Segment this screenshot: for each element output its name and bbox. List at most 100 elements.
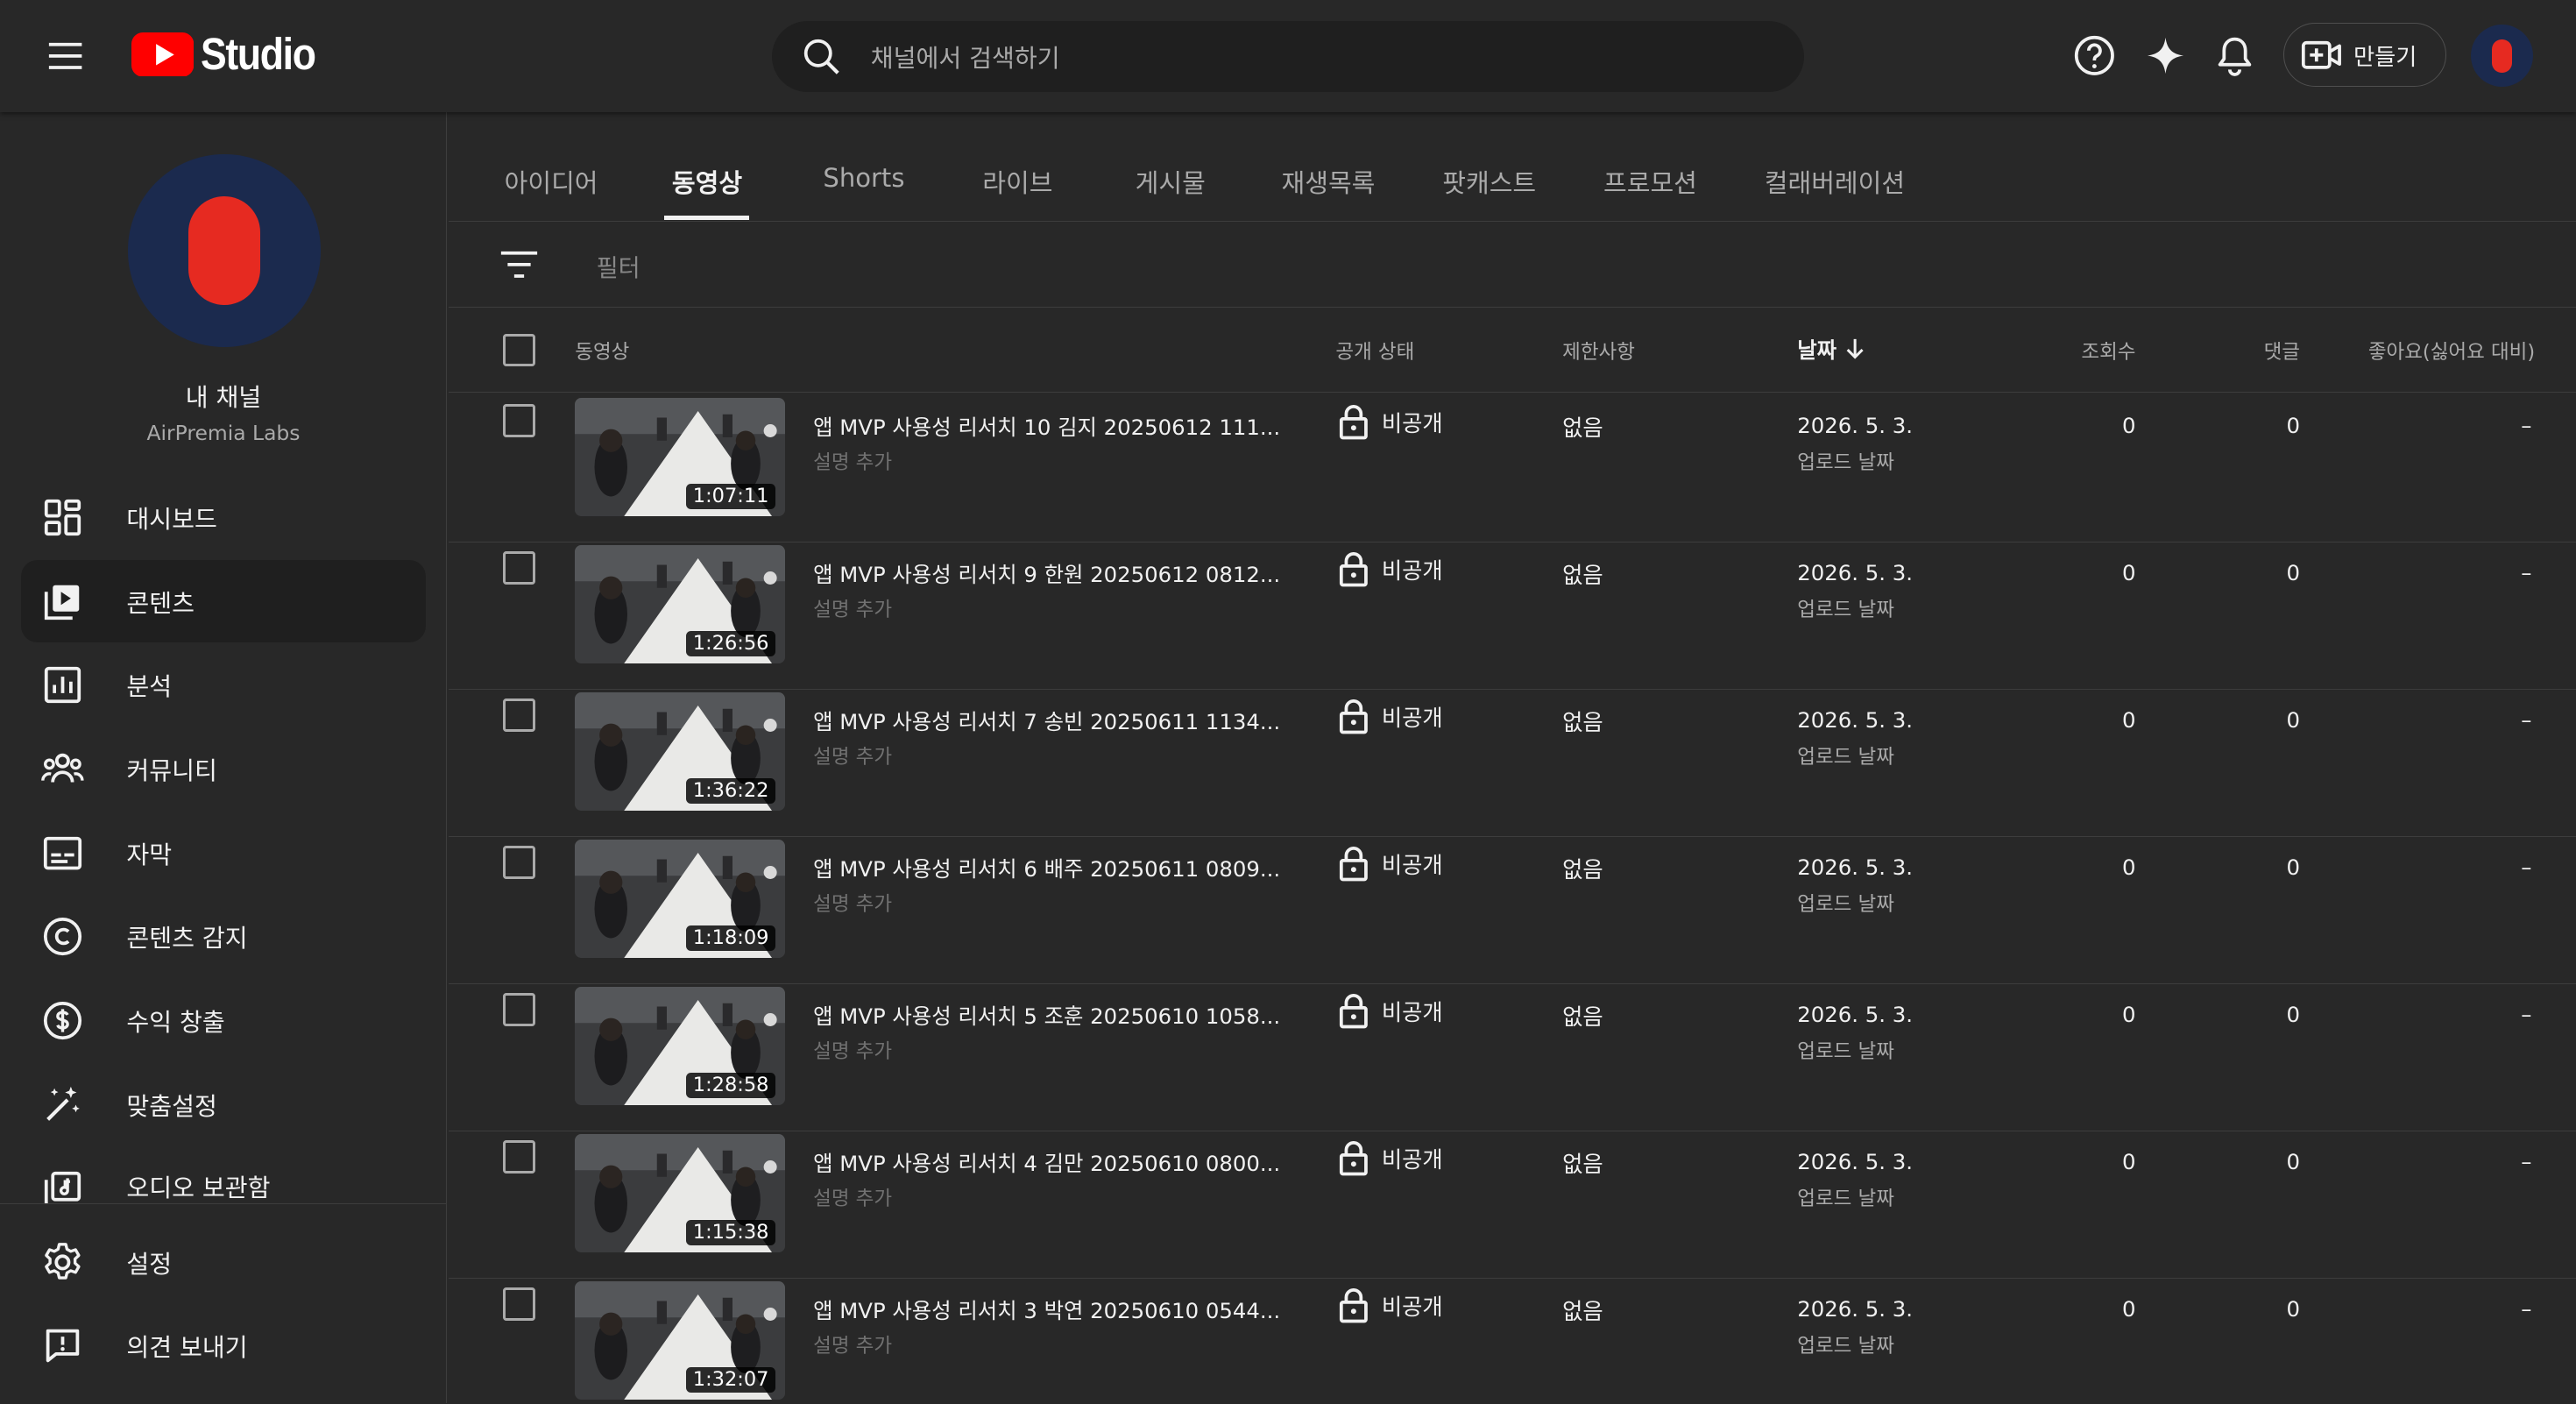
help-icon[interactable] (2067, 28, 2123, 84)
video-thumbnail[interactable]: 1:15:38 (575, 1133, 786, 1252)
create-button[interactable]: 만들기 (2283, 23, 2446, 88)
sidebar-item-feedback[interactable]: 의견 보내기 (21, 1305, 425, 1387)
visibility-cell[interactable]: 비공개 (1339, 551, 1443, 587)
visibility-cell[interactable]: 비공개 (1339, 698, 1443, 734)
lock-icon (1340, 552, 1368, 587)
sidebar-item-dashboard[interactable]: 대시보드 (21, 477, 425, 559)
video-description[interactable]: 설명 추가 (813, 1036, 892, 1064)
tab-live[interactable]: 라이브 (982, 163, 1052, 200)
video-thumbnail[interactable]: 1:32:07 (575, 1280, 786, 1400)
sparkle-icon[interactable] (2137, 28, 2193, 84)
video-title[interactable]: 앱 MVP 사용성 리서치 6 배주 20250611 0809... (813, 853, 1280, 883)
date-cell: 2026. 5. 3. (1797, 412, 1913, 438)
studio-logo[interactable]: Studio (131, 28, 330, 81)
table-row[interactable]: 1:32:07 앱 MVP 사용성 리서치 3 박연 20250610 0544… (449, 1278, 2576, 1403)
column-header-date-label: 날짜 (1797, 337, 1837, 363)
visibility-cell[interactable]: 비공개 (1339, 1140, 1443, 1176)
visibility-cell[interactable]: 비공개 (1339, 846, 1443, 882)
sidebar-item-customization[interactable]: 맞춤설정 (21, 1063, 425, 1145)
video-description[interactable]: 설명 추가 (813, 1183, 892, 1211)
video-title[interactable]: 앱 MVP 사용성 리서치 10 김지 20250612 111... (813, 411, 1280, 442)
video-description[interactable]: 설명 추가 (813, 1330, 892, 1358)
sidebar-item-label: 대시보드 (126, 505, 217, 535)
table-row[interactable]: 1:26:56 앱 MVP 사용성 리서치 9 한원 20250612 0812… (448, 542, 2576, 690)
table-row[interactable]: 1:18:09 앱 MVP 사용성 리서치 6 배주 20250611 0809… (448, 836, 2576, 984)
tab-shorts[interactable]: Shorts (823, 163, 904, 193)
table-row[interactable]: 1:15:38 앱 MVP 사용성 리서치 4 김만 20250610 0800… (448, 1131, 2576, 1279)
analytics-icon (41, 664, 84, 707)
row-checkbox[interactable] (502, 1140, 536, 1174)
row-checkbox[interactable] (502, 551, 536, 585)
visibility-cell[interactable]: 비공개 (1339, 404, 1443, 440)
tab-ideas[interactable]: 아이디어 (505, 163, 598, 200)
row-checkbox[interactable] (502, 1287, 536, 1321)
content-icon (41, 580, 84, 623)
search-bar[interactable]: 채널에서 검색하기 (772, 21, 1804, 92)
sidebar-item-settings[interactable]: 설정 (21, 1221, 425, 1303)
top-header: Studio 채널에서 검색하기 만들기 (0, 0, 2576, 112)
restrictions-cell: 없음 (1562, 1298, 1603, 1324)
sidebar-item-audio-library[interactable]: 오디오 보관함 (21, 1147, 425, 1203)
video-title[interactable]: 앱 MVP 사용성 리서치 5 조훈 20250610 1058... (813, 1000, 1280, 1031)
video-thumbnail[interactable]: 1:26:56 (575, 544, 786, 663)
video-title[interactable]: 앱 MVP 사용성 리서치 7 송빈 20250611 1134... (813, 706, 1280, 736)
visibility-label: 비공개 (1381, 410, 1443, 436)
column-header-comments[interactable]: 댓글 (2234, 337, 2300, 365)
comments-cell: 0 (2286, 706, 2301, 733)
lock-icon (1340, 699, 1368, 734)
hamburger-menu-icon[interactable] (36, 28, 96, 84)
tab-collaborations[interactable]: 컬래버레이션 (1765, 163, 1905, 200)
likes-cell: – (2521, 559, 2532, 585)
video-title[interactable]: 앱 MVP 사용성 리서치 4 김만 20250610 0800... (813, 1147, 1280, 1178)
sidebar-item-content[interactable]: 콘텐츠 (21, 560, 426, 643)
video-description[interactable]: 설명 추가 (813, 741, 892, 769)
video-thumbnail[interactable]: 1:36:22 (575, 691, 786, 811)
video-title[interactable]: 앱 MVP 사용성 리서치 9 한원 20250612 0812... (813, 558, 1280, 589)
sidebar-item-community[interactable]: 커뮤니티 (21, 728, 425, 811)
sidebar-item-monetization[interactable]: 수익 창출 (21, 980, 425, 1062)
video-description[interactable]: 설명 추가 (813, 447, 892, 475)
tab-posts[interactable]: 게시물 (1136, 163, 1206, 200)
column-header-restrictions[interactable]: 제한사항 (1562, 337, 1635, 365)
tab-promotions[interactable]: 프로모션 (1603, 163, 1697, 200)
visibility-cell[interactable]: 비공개 (1339, 1287, 1443, 1323)
filter-icon[interactable] (498, 245, 541, 284)
sidebar-divider (0, 1202, 447, 1205)
table-row[interactable]: 1:28:58 앱 MVP 사용성 리서치 5 조훈 20250610 1058… (448, 983, 2576, 1131)
sidebar-item-subtitles[interactable]: 자막 (21, 812, 425, 894)
video-title[interactable]: 앱 MVP 사용성 리서치 3 박연 20250610 0544... (813, 1294, 1280, 1325)
date-type-label: 업로드 날짜 (1797, 746, 1894, 769)
video-thumbnail[interactable]: 1:07:11 (575, 397, 786, 516)
select-all-checkbox[interactable] (502, 333, 536, 367)
row-checkbox[interactable] (502, 404, 536, 437)
search-input[interactable]: 채널에서 검색하기 (871, 39, 1060, 74)
table-row[interactable]: 1:07:11 앱 MVP 사용성 리서치 10 김지 20250612 111… (448, 394, 2576, 542)
column-header-date[interactable]: 날짜 (1797, 334, 1866, 365)
visibility-label: 비공개 (1381, 852, 1443, 878)
search-icon[interactable] (798, 33, 845, 80)
comments-cell: 0 (2286, 559, 2301, 585)
tab-podcasts[interactable]: 팟캐스트 (1442, 163, 1536, 200)
sidebar-item-analytics[interactable]: 분석 (21, 644, 425, 727)
column-header-likes[interactable]: 좋아요(싫어요 대비) (2338, 337, 2535, 365)
video-description[interactable]: 설명 추가 (813, 594, 892, 622)
row-checkbox[interactable] (502, 698, 536, 732)
column-header-visibility[interactable]: 공개 상태 (1335, 337, 1414, 365)
tab-videos[interactable]: 동영상 (672, 163, 742, 200)
tab-playlists[interactable]: 재생목록 (1282, 163, 1376, 200)
channel-avatar[interactable] (128, 154, 321, 347)
row-checkbox[interactable] (502, 846, 536, 879)
lock-icon (1340, 1288, 1368, 1323)
table-row[interactable]: 1:36:22 앱 MVP 사용성 리서치 7 송빈 20250611 1134… (448, 689, 2576, 837)
video-duration: 1:32:07 (686, 1366, 775, 1393)
account-avatar[interactable] (2471, 25, 2534, 88)
row-checkbox[interactable] (502, 993, 536, 1026)
video-thumbnail[interactable]: 1:18:09 (575, 839, 786, 958)
video-description[interactable]: 설명 추가 (813, 889, 892, 917)
filter-input[interactable]: 필터 (597, 248, 640, 283)
visibility-cell[interactable]: 비공개 (1339, 993, 1443, 1029)
notifications-bell-icon[interactable] (2206, 28, 2262, 84)
column-header-views[interactable]: 조회수 (2067, 337, 2135, 365)
video-thumbnail[interactable]: 1:28:58 (575, 986, 786, 1105)
sidebar-item-content-detection[interactable]: 콘텐츠 감지 (21, 896, 425, 978)
